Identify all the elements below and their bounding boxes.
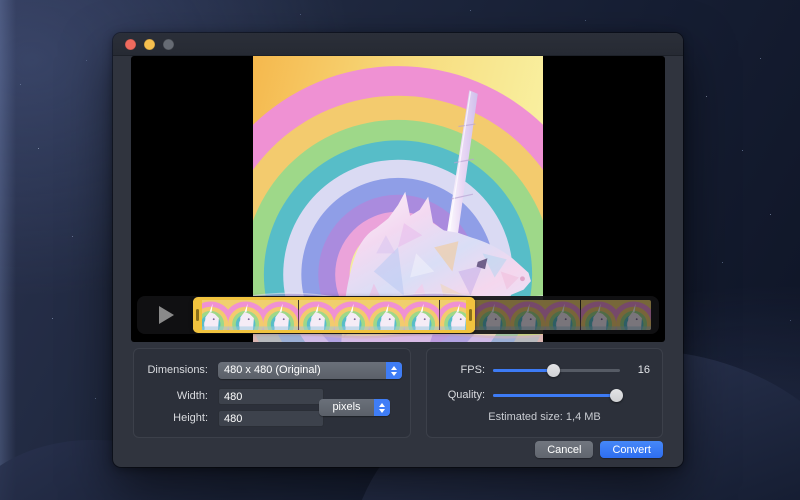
trim-handle-right-icon[interactable] bbox=[469, 309, 472, 321]
dimensions-panel: Dimensions: 480 x 480 (Original) Width: … bbox=[133, 348, 411, 438]
app-window: Dimensions: 480 x 480 (Original) Width: … bbox=[113, 33, 683, 467]
close-button[interactable] bbox=[125, 39, 136, 50]
dimensions-popup-value: 480 x 480 (Original) bbox=[218, 362, 386, 379]
popup-chevrons-icon bbox=[374, 399, 390, 416]
video-preview bbox=[131, 56, 665, 342]
output-panel: FPS: 16 Quality: Estimated size: 1,4 M bbox=[426, 348, 663, 438]
play-button[interactable] bbox=[137, 296, 193, 334]
minimize-button[interactable] bbox=[144, 39, 155, 50]
fps-label: FPS: bbox=[435, 364, 485, 376]
footer-actions: Cancel Convert bbox=[535, 441, 663, 458]
trim-handle-left-icon[interactable] bbox=[196, 309, 199, 321]
popup-chevrons-icon bbox=[386, 362, 402, 379]
fps-slider[interactable] bbox=[493, 363, 620, 377]
wallpaper-dune-ridge bbox=[0, 0, 16, 500]
quality-slider-thumb[interactable] bbox=[610, 389, 623, 402]
width-field[interactable] bbox=[218, 388, 324, 405]
width-label: Width: bbox=[144, 388, 208, 405]
trim-selection[interactable] bbox=[193, 297, 475, 333]
height-field[interactable] bbox=[218, 410, 324, 427]
quality-label: Quality: bbox=[435, 389, 485, 401]
unit-popup-value: pixels bbox=[319, 399, 374, 416]
settings-panels: Dimensions: 480 x 480 (Original) Width: … bbox=[133, 348, 663, 438]
fps-value: 16 bbox=[628, 364, 650, 376]
window-titlebar[interactable] bbox=[113, 33, 683, 56]
dimensions-label: Dimensions: bbox=[144, 362, 208, 379]
play-icon bbox=[159, 306, 174, 324]
wallpaper-stars bbox=[0, 0, 1, 1]
unit-popup[interactable]: pixels bbox=[319, 399, 390, 416]
convert-button[interactable]: Convert bbox=[600, 441, 663, 458]
zoom-button[interactable] bbox=[163, 39, 174, 50]
fps-slider-thumb[interactable] bbox=[547, 364, 560, 377]
timeline-bar bbox=[137, 296, 659, 334]
quality-slider[interactable] bbox=[493, 388, 620, 402]
cancel-button[interactable]: Cancel bbox=[535, 441, 593, 458]
dimensions-popup[interactable]: 480 x 480 (Original) bbox=[218, 362, 402, 379]
unselected-frames-overlay bbox=[475, 300, 651, 330]
height-label: Height: bbox=[144, 410, 208, 427]
filmstrip[interactable] bbox=[193, 300, 651, 330]
estimated-size-text: Estimated size: 1,4 MB bbox=[427, 411, 662, 423]
